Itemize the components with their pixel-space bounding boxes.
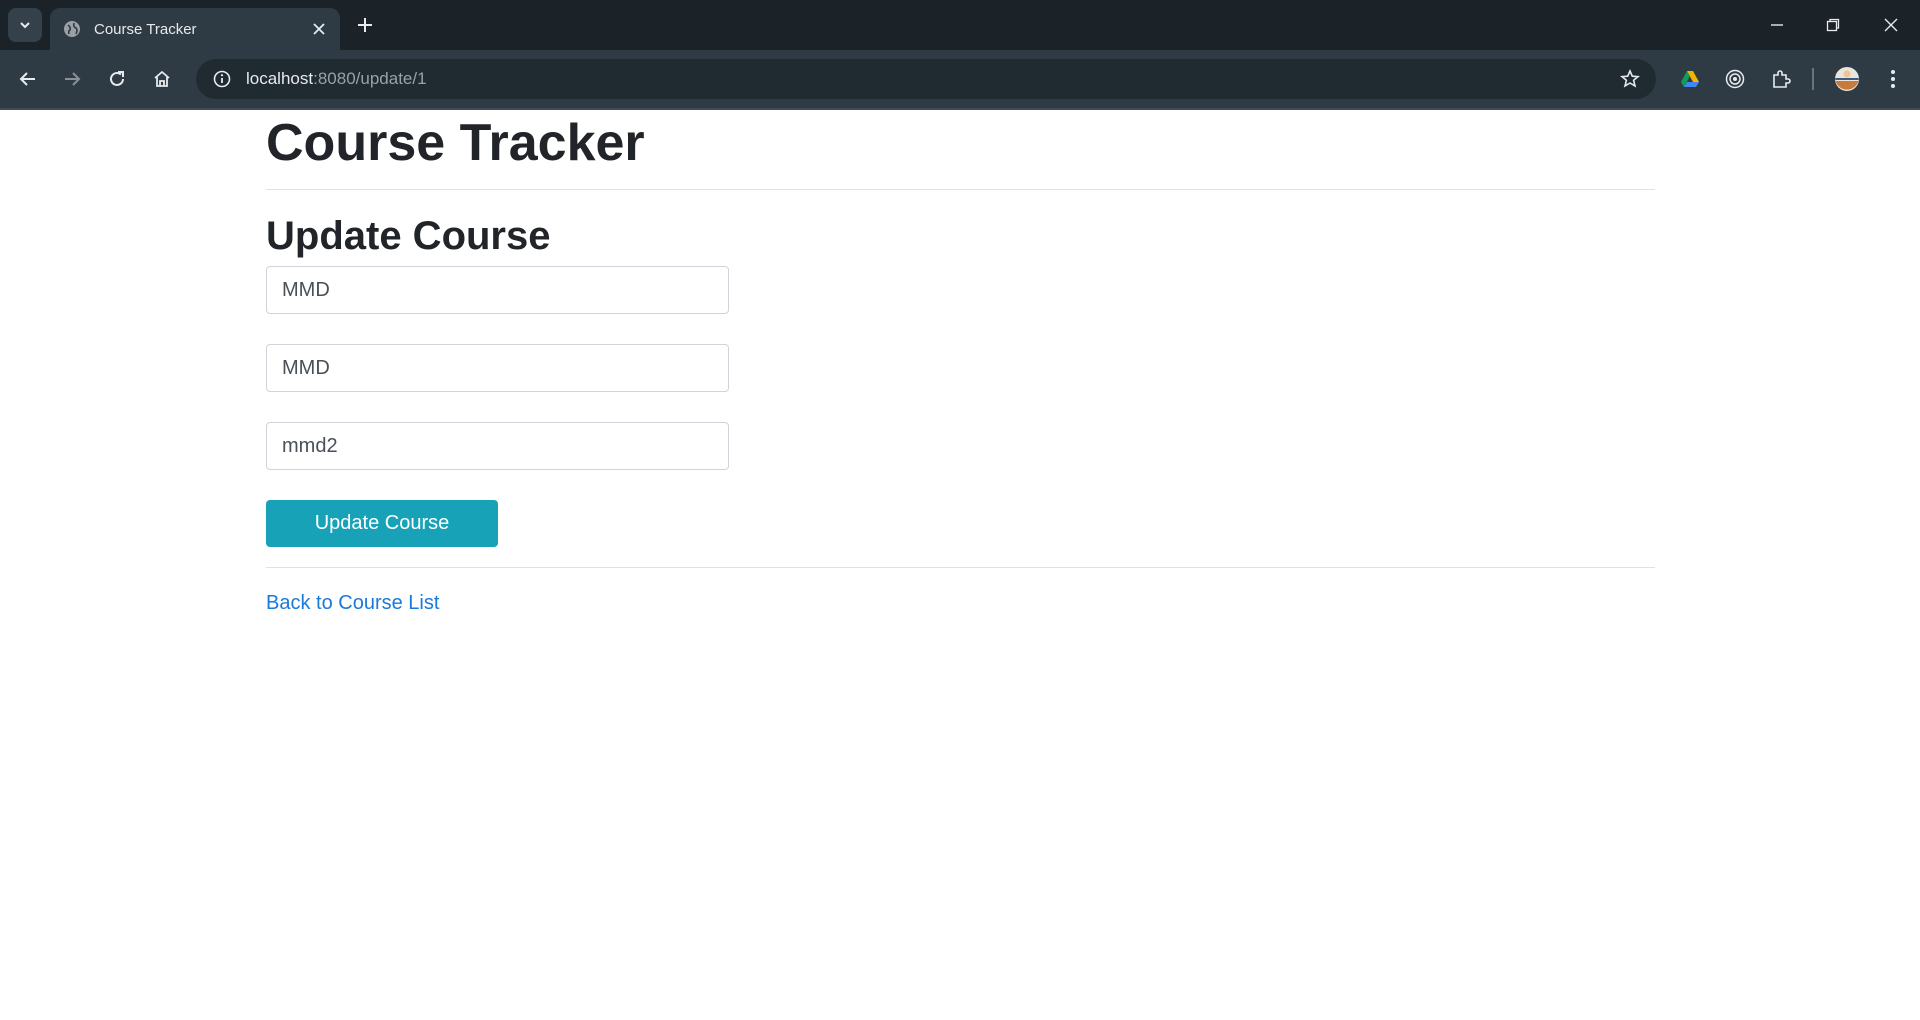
browser-tab[interactable]: Course Tracker bbox=[50, 8, 340, 50]
url-host: localhost bbox=[246, 69, 314, 88]
close-window-button[interactable] bbox=[1876, 10, 1906, 40]
back-button[interactable] bbox=[12, 63, 44, 95]
course-field-2[interactable] bbox=[266, 344, 729, 392]
url-text[interactable]: localhost:8080/update/1 bbox=[246, 69, 427, 89]
browser-toolbar: localhost:8080/update/1 bbox=[0, 50, 1920, 108]
update-course-button[interactable]: Update Course bbox=[266, 500, 498, 547]
puzzle-extensions-icon[interactable] bbox=[1765, 63, 1797, 95]
section-title: Update Course bbox=[266, 214, 551, 258]
chevron-down-icon bbox=[20, 22, 30, 29]
course-field-1[interactable] bbox=[266, 266, 729, 314]
arrow-left-icon bbox=[19, 72, 35, 86]
app-title: Course Tracker bbox=[266, 114, 645, 172]
tab-search-button[interactable] bbox=[8, 8, 42, 42]
new-tab-button[interactable] bbox=[352, 12, 378, 38]
forward-button[interactable] bbox=[56, 63, 88, 95]
menu-more-icon[interactable] bbox=[1877, 63, 1909, 95]
drive-extension-icon[interactable] bbox=[1674, 63, 1706, 95]
update-course-form: Update Course bbox=[266, 266, 1655, 547]
site-info-icon[interactable] bbox=[202, 59, 242, 99]
close-tab-icon[interactable] bbox=[308, 18, 330, 40]
reload-button[interactable] bbox=[101, 63, 133, 95]
browser-titlebar: Course Tracker bbox=[0, 0, 1920, 50]
tab-title: Course Tracker bbox=[94, 20, 197, 38]
arrow-right-icon bbox=[65, 72, 81, 86]
address-bar[interactable]: localhost:8080/update/1 bbox=[196, 59, 1656, 99]
globe-icon bbox=[62, 19, 82, 39]
bookmark-star-icon[interactable] bbox=[1614, 63, 1646, 95]
footer-divider bbox=[266, 567, 1655, 568]
minimize-icon bbox=[1771, 24, 1783, 26]
profile-avatar-icon[interactable] bbox=[1831, 63, 1863, 95]
home-button[interactable] bbox=[146, 63, 178, 95]
target-extension-icon[interactable] bbox=[1719, 63, 1751, 95]
back-to-course-list-link[interactable]: Back to Course List bbox=[266, 592, 439, 615]
restore-icon bbox=[1826, 18, 1840, 32]
close-icon bbox=[1884, 18, 1898, 32]
restore-button[interactable] bbox=[1818, 10, 1848, 40]
course-field-3[interactable] bbox=[266, 422, 729, 470]
minimize-button[interactable] bbox=[1762, 10, 1792, 40]
header-divider bbox=[266, 189, 1655, 190]
page-content: Course Tracker Update Course Update Cour… bbox=[266, 110, 1655, 615]
toolbar-separator bbox=[1812, 68, 1814, 90]
plus-icon bbox=[358, 18, 372, 32]
reload-icon bbox=[110, 71, 124, 86]
home-icon bbox=[154, 70, 170, 87]
url-path: :8080/update/1 bbox=[313, 69, 427, 88]
